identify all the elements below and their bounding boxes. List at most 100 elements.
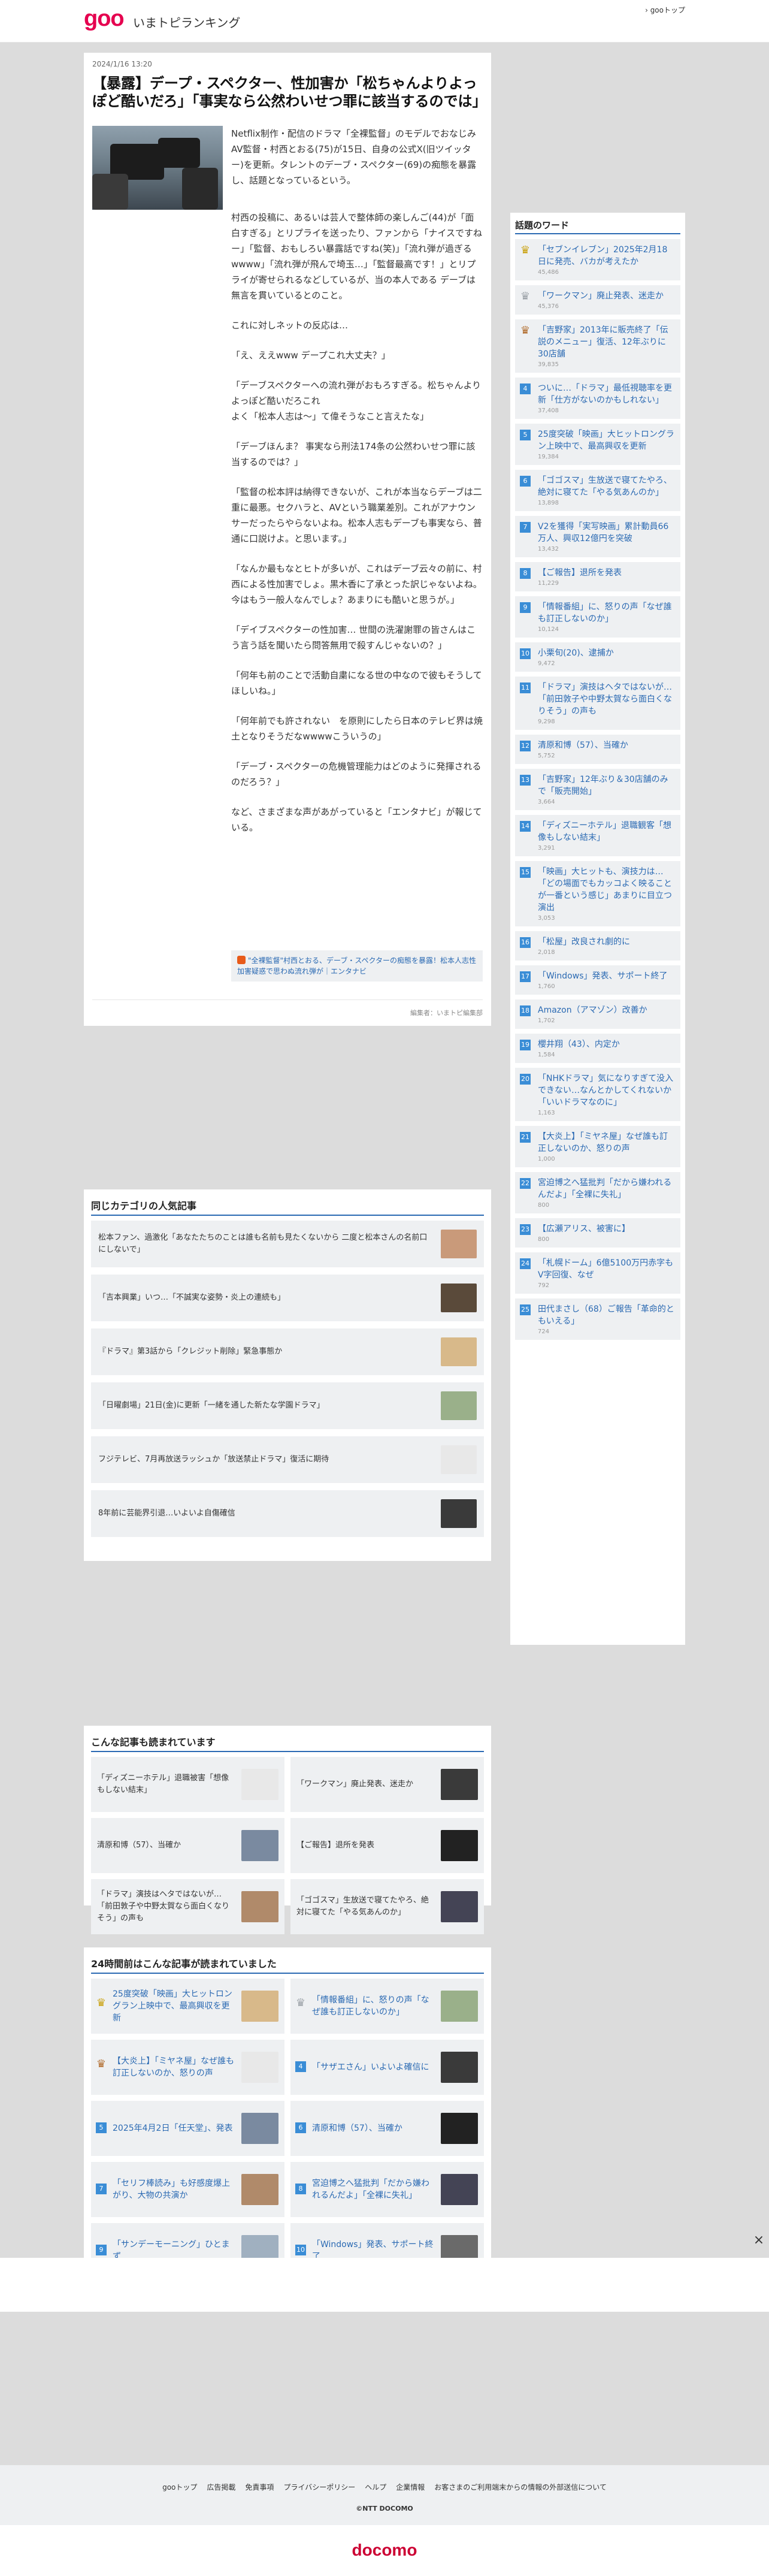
- category-article-text[interactable]: 「吉本興業」いつ…「不誠実な姿勢・炎上の連続も」: [98, 1275, 430, 1321]
- ranking-24h-item[interactable]: ♛ 25度突破「映画」大ヒットロングラン上映中で、最高興収を更新: [91, 1979, 284, 2034]
- also-read-item[interactable]: 「ディズニーホテル」退職被害「想像もしない結末」: [91, 1757, 284, 1812]
- trending-item[interactable]: ♛ 「吉野家」2013年に販売終了「伝説のメニュー」復活、12年ぶりに30店舗 39…: [515, 319, 680, 373]
- footer-link[interactable]: gooトップ: [162, 2483, 197, 2492]
- trending-item[interactable]: 13 「吉野家」12年ぶり＆30店舗のみで「販売開始」 3,664: [515, 769, 680, 810]
- trending-item-text[interactable]: 宮迫博之へ猛批判「だから嫌われるんだよ」「全裸に失礼」: [538, 1177, 676, 1201]
- footer-link[interactable]: 広告掲載: [207, 2483, 235, 2492]
- article-thumbnail[interactable]: [441, 1991, 478, 2022]
- trending-item-text[interactable]: 「Windows」発表、サポート終了: [538, 970, 676, 982]
- also-read-text[interactable]: 「ワークマン」廃止発表、迷走か: [296, 1757, 435, 1812]
- article-thumbnail[interactable]: [241, 2174, 278, 2205]
- ranking-24h-item[interactable]: ♛ 【大炎上】「ミヤネ屋」なぜ誰も訂正しないのか、怒りの声: [91, 2040, 284, 2095]
- trending-item[interactable]: 9 「情報番組」に、怒りの声「なぜ誰も訂正しないのか」 10,124: [515, 596, 680, 638]
- trending-item[interactable]: 17 「Windows」発表、サポート終了 1,760: [515, 965, 680, 995]
- ranking-24h-item[interactable]: ♛ 「情報番組」に、怒りの声「なぜ誰も訂正しないのか」: [290, 1979, 484, 2034]
- trending-item[interactable]: ♛ 「セブンイレブン」2025年2月18日に発売、バカが考えたか 45,486: [515, 239, 680, 280]
- also-read-item[interactable]: 「ワークマン」廃止発表、迷走か: [290, 1757, 484, 1812]
- footer-link[interactable]: ヘルプ: [365, 2483, 386, 2492]
- article-thumbnail[interactable]: [241, 1830, 278, 1861]
- also-read-text[interactable]: 「ゴゴスマ」生放送で寝てたやろ、絶対に寝てた「やる気あんのか」: [296, 1879, 435, 1934]
- trending-item[interactable]: 16 「松屋」改良され劇的に 2,018: [515, 931, 680, 961]
- trending-item[interactable]: 8 【ご報告】退所を発表 11,229: [515, 562, 680, 591]
- trending-item-text[interactable]: 「吉野家」12年ぶり＆30店舗のみで「販売開始」: [538, 774, 676, 798]
- docomo-logo[interactable]: docomo: [0, 2541, 769, 2560]
- ranking-24h-item[interactable]: 5 2025年4月2日「任天堂」、発表: [91, 2101, 284, 2156]
- ranking-24h-text[interactable]: 「セリフ棒読み」も好感度爆上がり、大物の共演か: [113, 2162, 235, 2217]
- category-article-text[interactable]: 松本ファン、過激化「あなたたちのことは誰も名前も見たくないから 二度と松本さんの…: [98, 1221, 430, 1267]
- trending-item[interactable]: 25 田代まさし（68）ご報告「革命的ともいえる」 724: [515, 1298, 680, 1340]
- article-thumbnail[interactable]: [241, 2052, 278, 2083]
- related-source-link[interactable]: "全裸監督"村西とおる、デーブ・スペクターの痴態を暴露！松本人志性加害疑惑で思わ…: [231, 950, 483, 982]
- article-thumbnail[interactable]: [441, 1337, 477, 1366]
- trending-item-text[interactable]: 【ご報告】退所を発表: [538, 567, 676, 579]
- trending-item-text[interactable]: 櫻井翔（43）、内定か: [538, 1038, 676, 1050]
- ranking-24h-text[interactable]: 清原和博（57）、当確か: [312, 2101, 435, 2156]
- related-link-text[interactable]: "全裸監督"村西とおる、デーブ・スペクターの痴態を暴露！松本人志性加害疑惑で思わ…: [237, 956, 476, 976]
- trending-item-text[interactable]: Amazon（アマゾン）改善か: [538, 1004, 676, 1016]
- article-thumbnail[interactable]: [441, 1230, 477, 1258]
- trending-item-text[interactable]: 「札幌ドーム」6億5100万円赤字もV字回復、なぜ: [538, 1257, 676, 1281]
- trending-item-text[interactable]: ついに…「ドラマ」最低視聴率を更新「仕方がないのかもしれない」: [538, 382, 676, 406]
- trending-item-text[interactable]: V2を獲得「実写映画」累計動員66万人、興収12億円を突破: [538, 521, 676, 545]
- article-thumbnail[interactable]: [441, 1891, 478, 1922]
- ranking-24h-item[interactable]: 7 「セリフ棒読み」も好感度爆上がり、大物の共演か: [91, 2162, 284, 2217]
- ranking-24h-text[interactable]: 「情報番組」に、怒りの声「なぜ誰も訂正しないのか」: [312, 1979, 435, 2034]
- article-thumbnail[interactable]: [241, 1769, 278, 1800]
- trending-item[interactable]: 24 「札幌ドーム」6億5100万円赤字もV字回復、なぜ 792: [515, 1252, 680, 1294]
- goo-top-link[interactable]: › gooトップ: [645, 5, 685, 15]
- footer-link[interactable]: 免責事項: [245, 2483, 274, 2492]
- article-thumbnail[interactable]: [441, 2174, 478, 2205]
- trending-item-text[interactable]: 小栗旬(20)、逮捕か: [538, 647, 676, 659]
- trending-item-text[interactable]: 25度突破「映画」大ヒットロングラン上映中で、最高興収を更新: [538, 428, 676, 452]
- also-read-text[interactable]: 「ドラマ」演技はヘタではないが…「前田敦子や中野太賀なら面白くなりそう」の声も: [97, 1879, 235, 1934]
- trending-item-text[interactable]: 【広瀬アリス、被害に】: [538, 1223, 676, 1235]
- trending-item[interactable]: 15 「映画」大ヒットも、演技力は…「どの場面でもカッコよく映ることが一番という感…: [515, 861, 680, 926]
- trending-item-text[interactable]: 「吉野家」2013年に販売終了「伝説のメニュー」復活、12年ぶりに30店舗: [538, 324, 676, 360]
- article-thumbnail[interactable]: [441, 1769, 478, 1800]
- article-thumbnail[interactable]: [441, 2052, 478, 2083]
- category-article-text[interactable]: 8年前に芸能界引退…いよいよ自傷確信: [98, 1490, 430, 1537]
- trending-item[interactable]: 11 「ドラマ」演技はヘタではないが…「前田敦子や中野太賀なら面白くなりそう」の声…: [515, 677, 680, 730]
- trending-item[interactable]: ♛ 「ワークマン」廃止発表、迷走か 45,376: [515, 285, 680, 315]
- trending-item-text[interactable]: 「NHKドラマ」気になりすぎて没入できない…なんとかしてくれないか「いいドラマな…: [538, 1073, 676, 1109]
- ranking-24h-text[interactable]: 【大炎上】「ミヤネ屋」なぜ誰も訂正しないのか、怒りの声: [113, 2040, 235, 2095]
- category-article-item[interactable]: フジテレビ、7月再放送ラッシュか「放送禁止ドラマ」復活に期待: [91, 1436, 484, 1483]
- ranking-24h-text[interactable]: 2025年4月2日「任天堂」、発表: [113, 2101, 235, 2156]
- trending-item[interactable]: 5 25度突破「映画」大ヒットロングラン上映中で、最高興収を更新 19,384: [515, 424, 680, 465]
- trending-item-text[interactable]: 「映画」大ヒットも、演技力は…「どの場面でもカッコよく映ることが一番という感じ」…: [538, 866, 676, 914]
- also-read-text[interactable]: 【ご報告】退所を発表: [296, 1818, 435, 1873]
- category-article-item[interactable]: 「日曜劇場」21日(金)に更新「一緒を通した新たな学園ドラマ」: [91, 1382, 484, 1429]
- also-read-item[interactable]: 「ドラマ」演技はヘタではないが…「前田敦子や中野太賀なら面白くなりそう」の声も: [91, 1879, 284, 1934]
- category-article-item[interactable]: 「吉本興業」いつ…「不誠実な姿勢・炎上の連続も」: [91, 1275, 484, 1321]
- trending-item-text[interactable]: 「ディズニーホテル」退職観客「想像もしない結末」: [538, 820, 676, 844]
- site-name[interactable]: いまトピランキング: [133, 13, 240, 31]
- close-icon[interactable]: ×: [752, 2234, 765, 2247]
- category-article-text[interactable]: 『ドラマ』第3話から「クレジット削除」緊急事態か: [98, 1328, 430, 1375]
- trending-item-text[interactable]: 田代まさし（68）ご報告「革命的ともいえる」: [538, 1303, 676, 1327]
- footer-link[interactable]: 企業情報: [396, 2483, 425, 2492]
- trending-item-text[interactable]: 清原和博（57）、当確か: [538, 739, 676, 751]
- trending-item[interactable]: 7 V2を獲得「実写映画」累計動員66万人、興収12億円を突破 13,432: [515, 516, 680, 557]
- trending-item-text[interactable]: 【大炎上】「ミヤネ屋」なぜ誰も訂正しないのか、怒りの声: [538, 1131, 676, 1155]
- article-thumbnail[interactable]: [241, 2113, 278, 2144]
- trending-item[interactable]: 18 Amazon（アマゾン）改善か 1,702: [515, 999, 680, 1029]
- category-article-item[interactable]: 8年前に芸能界引退…いよいよ自傷確信: [91, 1490, 484, 1537]
- ranking-24h-item[interactable]: 4 「サザエさん」いよいよ確信に: [290, 2040, 484, 2095]
- article-thumbnail[interactable]: [441, 2113, 478, 2144]
- article-thumbnail[interactable]: [441, 1445, 477, 1474]
- goo-logo[interactable]: goo: [84, 6, 125, 32]
- footer-link[interactable]: プライバシーポリシー: [283, 2483, 355, 2492]
- ranking-24h-text[interactable]: 25度突破「映画」大ヒットロングラン上映中で、最高興収を更新: [113, 1979, 235, 2034]
- trending-item[interactable]: 19 櫻井翔（43）、内定か 1,584: [515, 1034, 680, 1063]
- article-thumbnail[interactable]: [441, 1830, 478, 1861]
- trending-item[interactable]: 23 【広瀬アリス、被害に】 800: [515, 1218, 680, 1248]
- article-thumbnail[interactable]: [241, 1991, 278, 2022]
- trending-item-text[interactable]: 「松屋」改良され劇的に: [538, 936, 676, 948]
- category-article-item[interactable]: 『ドラマ』第3話から「クレジット削除」緊急事態か: [91, 1328, 484, 1375]
- trending-item[interactable]: 12 清原和博（57）、当確か 5,752: [515, 735, 680, 764]
- article-thumbnail[interactable]: [441, 1284, 477, 1312]
- trending-item-text[interactable]: 「セブンイレブン」2025年2月18日に発売、バカが考えたか: [538, 244, 676, 268]
- trending-item[interactable]: 21 【大炎上】「ミヤネ屋」なぜ誰も訂正しないのか、怒りの声 1,000: [515, 1126, 680, 1167]
- ranking-24h-item[interactable]: 6 清原和博（57）、当確か: [290, 2101, 484, 2156]
- category-article-text[interactable]: 「日曜劇場」21日(金)に更新「一緒を通した新たな学園ドラマ」: [98, 1382, 430, 1429]
